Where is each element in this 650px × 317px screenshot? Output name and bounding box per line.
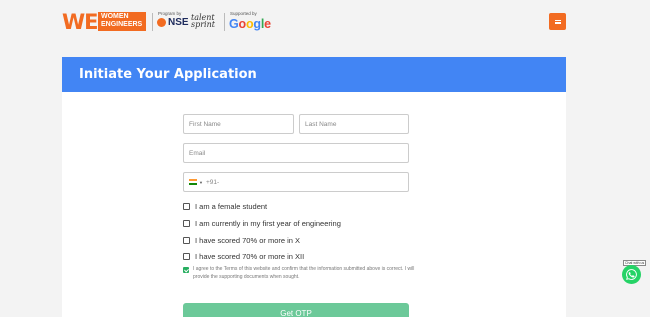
logo-engineers-text: ENGINEERS (101, 21, 143, 28)
checkbox-icon[interactable] (183, 220, 190, 227)
checkbox-label: I am currently in my first year of engin… (195, 219, 341, 228)
sprint-label: sprint (191, 20, 215, 29)
menu-button[interactable] (549, 13, 566, 30)
header-divider (224, 13, 225, 31)
google-letter: e (264, 17, 271, 31)
terms-agreement[interactable]: I agree to the Terms of this website and… (183, 266, 415, 281)
chevron-down-icon[interactable]: ▼ (199, 180, 203, 185)
google-letter: o (238, 17, 247, 31)
program-by-label: Program by (158, 11, 182, 16)
logo-women-engineers[interactable]: WOMEN ENGINEERS (98, 12, 146, 31)
hamburger-icon (554, 19, 561, 24)
checkbox-first-year[interactable]: I am currently in my first year of engin… (183, 219, 341, 228)
card-header: Initiate Your Application (62, 57, 566, 92)
talent-sprint-logo: talent sprint (191, 14, 215, 29)
checkbox-female-student[interactable]: I am a female student (183, 202, 267, 211)
email-input[interactable] (183, 143, 409, 163)
google-logo: Google (229, 17, 271, 31)
logo-we[interactable]: WE (62, 11, 99, 33)
checkbox-label: I have scored 70% or more in XII (195, 252, 305, 261)
checkbox-icon[interactable] (183, 237, 190, 244)
last-name-input[interactable] (299, 114, 409, 134)
first-name-input[interactable] (183, 114, 294, 134)
checkbox-label: I am a female student (195, 202, 268, 211)
phone-input[interactable]: ▼ +91- (183, 172, 409, 192)
nse-label: NSE (168, 17, 189, 28)
whatsapp-button[interactable] (622, 265, 641, 284)
checkbox-score-xii[interactable]: I have scored 70% or more in XII (183, 252, 304, 261)
google-letter: G (229, 17, 239, 31)
whatsapp-icon (626, 269, 637, 280)
page-title: Initiate Your Application (79, 67, 257, 82)
checkbox-score-x[interactable]: I have scored 70% or more in X (183, 236, 300, 245)
checkbox-icon[interactable] (183, 253, 190, 260)
nse-mark-icon (157, 18, 166, 27)
logo-women-text: WOMEN (101, 13, 129, 20)
supported-by-label: Supported by (230, 11, 257, 16)
checkbox-checked-icon[interactable] (183, 267, 189, 273)
get-otp-button[interactable]: Get OTP (183, 303, 409, 317)
india-flag-icon[interactable] (189, 179, 197, 185)
terms-text: I agree to the Terms of this website and… (193, 266, 415, 280)
header-divider (152, 13, 153, 31)
checkbox-icon[interactable] (183, 203, 190, 210)
google-letter: g (253, 17, 261, 31)
site-header: WE WOMEN ENGINEERS Program by NSE talent… (0, 0, 650, 44)
nse-logo: NSE (157, 17, 189, 28)
phone-prefix: +91- (205, 178, 220, 186)
checkbox-label: I have scored 70% or more in X (195, 236, 301, 245)
